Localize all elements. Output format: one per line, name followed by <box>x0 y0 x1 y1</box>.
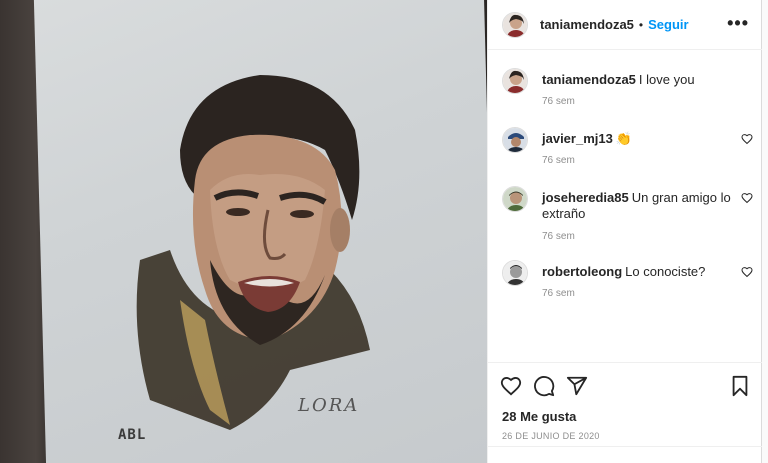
comments-list: taniamendoza5 I love you 76 sem javier_mj… <box>488 50 763 362</box>
comment-avatar[interactable] <box>502 68 528 94</box>
comment-timestamp[interactable]: 76 sem <box>542 231 575 242</box>
bookmark-icon[interactable] <box>729 375 751 397</box>
separator-dot: • <box>638 17 644 32</box>
comment-text: joseheredia85 Un gran amigo lo extraño <box>542 190 737 222</box>
comment-username[interactable]: joseheredia85 <box>542 190 629 205</box>
comment-text: javier_mj13 👏 <box>542 131 737 147</box>
post-header: taniamendoza5 • Seguir ••• <box>488 0 763 50</box>
comment-body: I love you <box>638 72 695 87</box>
heart-icon[interactable] <box>741 192 753 204</box>
comment-item: taniamendoza5 I love you 76 sem <box>502 68 757 118</box>
post-date[interactable]: 26 DE JUNIO DE 2020 <box>502 431 600 441</box>
comment-avatar[interactable] <box>502 127 528 153</box>
comment-item: javier_mj13 👏 76 sem <box>502 127 757 177</box>
comment-avatar[interactable] <box>502 186 528 212</box>
comment-body: 👏 <box>615 131 633 146</box>
heart-icon[interactable] <box>500 375 522 397</box>
author-avatar[interactable] <box>502 11 528 38</box>
comment-timestamp[interactable]: 76 sem <box>542 288 575 299</box>
portrait-drawing <box>136 75 370 430</box>
comment-username[interactable]: javier_mj13 <box>542 131 613 146</box>
post-sidebar: taniamendoza5 • Seguir ••• taniamendoza5… <box>487 0 763 463</box>
comment-icon[interactable] <box>533 375 555 397</box>
comment-body: Lo conociste? <box>625 264 706 279</box>
follow-button[interactable]: Seguir <box>648 17 688 32</box>
page-edge <box>762 0 768 463</box>
heart-icon[interactable] <box>741 266 753 278</box>
comment-timestamp[interactable]: 76 sem <box>542 96 575 107</box>
artist-signature-right: LORA <box>298 395 360 416</box>
artist-signature-left: ABL <box>118 427 147 443</box>
heart-icon[interactable] <box>741 133 753 145</box>
author-username[interactable]: taniamendoza5 <box>540 17 634 32</box>
more-options-icon[interactable]: ••• <box>727 14 749 32</box>
comment-item: robertoleong Lo conociste? 76 sem <box>502 260 757 310</box>
comment-text: taniamendoza5 I love you <box>542 72 737 88</box>
comment-username[interactable]: taniamendoza5 <box>542 72 636 87</box>
comment-avatar[interactable] <box>502 260 528 286</box>
comment-username[interactable]: robertoleong <box>542 264 622 279</box>
comment-item: joseheredia85 Un gran amigo lo extraño 76… <box>502 186 757 246</box>
add-comment-bar[interactable] <box>488 446 763 463</box>
comment-timestamp[interactable]: 76 sem <box>542 155 575 166</box>
comment-text: robertoleong Lo conociste? <box>542 264 737 280</box>
post-media[interactable]: ABL LORA <box>0 0 487 463</box>
likes-count[interactable]: 28 Me gusta <box>502 409 576 424</box>
share-icon[interactable] <box>566 375 588 397</box>
